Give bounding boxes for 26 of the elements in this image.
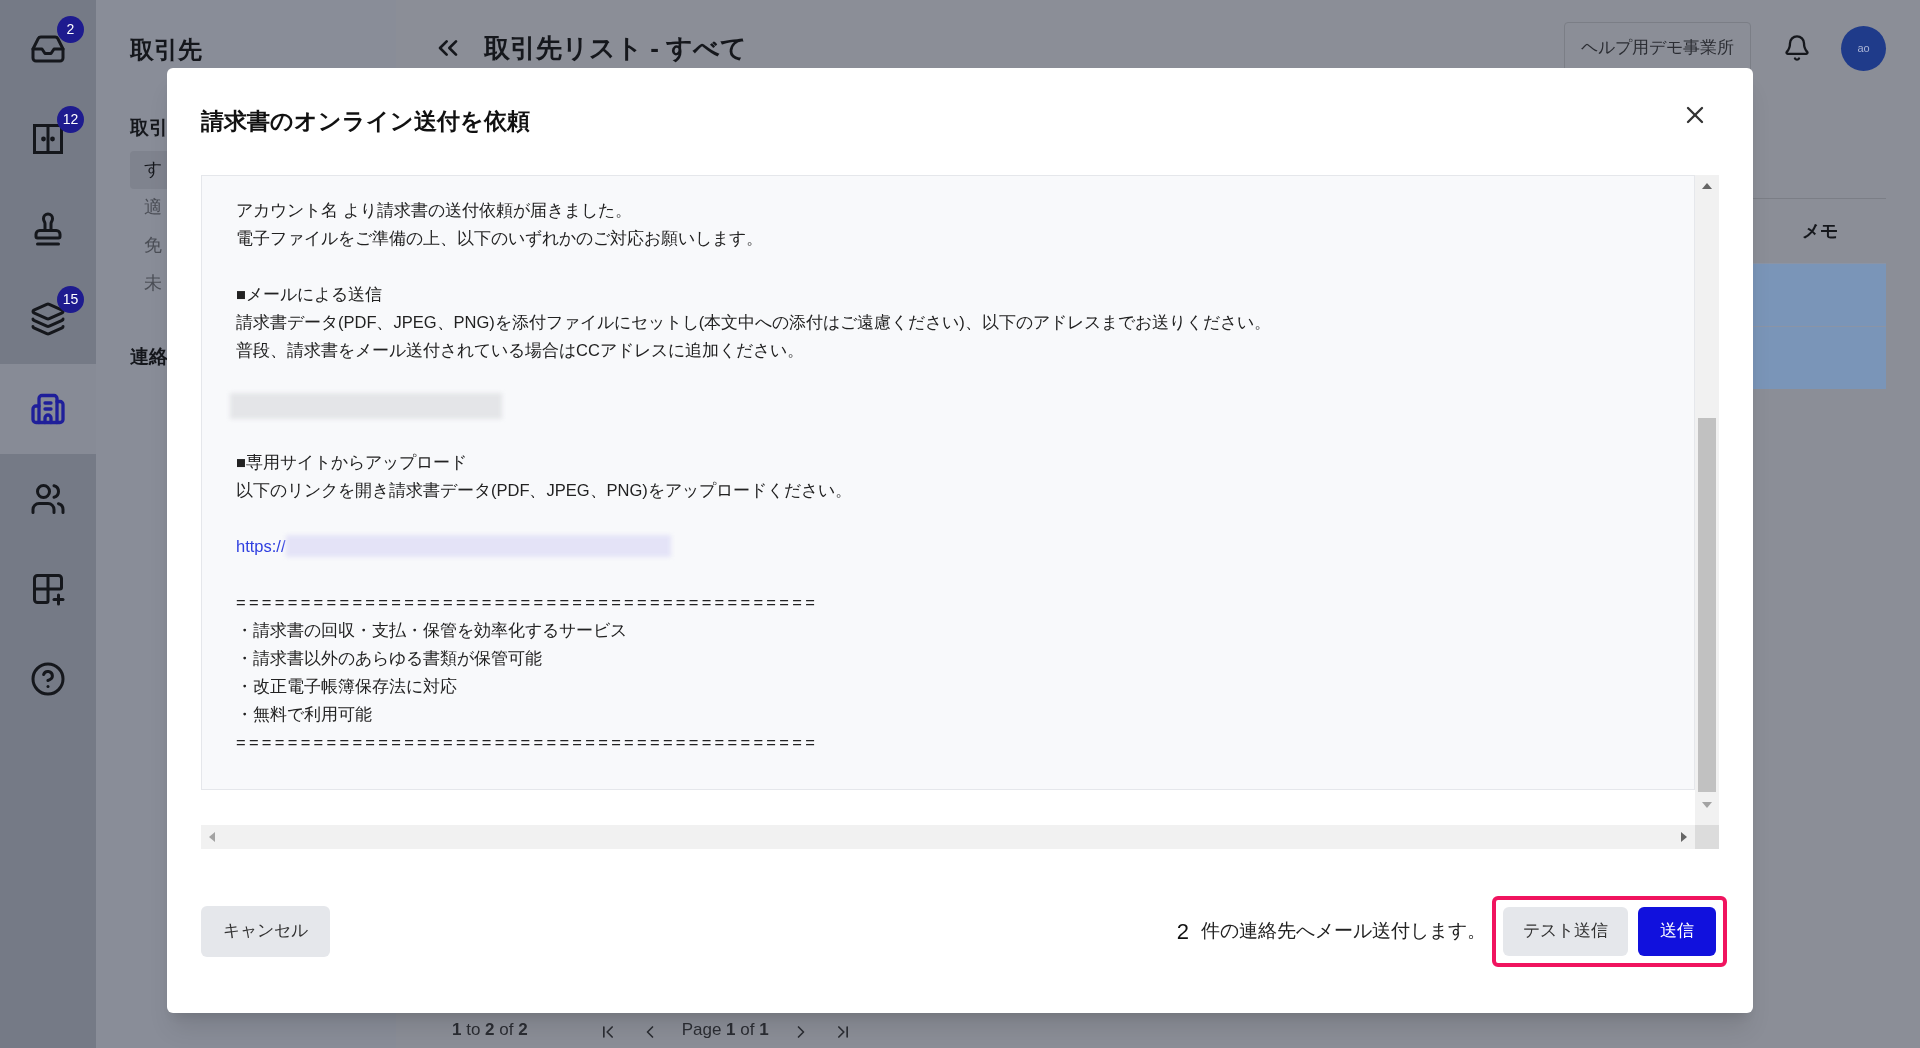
message-line: 以下のリンクを開き請求書データ(PDF、JPEG、PNG)をアップロードください。: [236, 480, 853, 501]
message-line: 電子ファイルをご準備の上、以下のいずれかのご対応お願いします。: [236, 228, 764, 250]
row-range: 1 to 2 of 2: [452, 1018, 528, 1041]
page-indicator: Page 1 of 1: [681, 1018, 769, 1041]
section-heading: 連絡: [130, 344, 168, 369]
message-line: ・請求書の回収・支払・保管を効率化するサービス: [236, 620, 628, 641]
recipient-count: 2: [1176, 917, 1189, 946]
message-line: ■メールによる送信: [236, 284, 383, 305]
divider-line: =============================================: [236, 592, 820, 613]
count-badge: 12: [57, 106, 84, 133]
message-line: 請求書データ(PDF、JPEG、PNG)を添付ファイルにセットし(本文中への添付はご遠慮ください)、以下のアドレスまでお送りください。: [236, 312, 1272, 333]
message-line: ・改正電子帳簿保存法に対応: [236, 676, 458, 697]
message-line: 普段、請求書をメール送付されている場合はCCアドレスに追加ください。: [236, 340, 805, 361]
column-header: メモ: [1800, 219, 1839, 243]
message-line: ・請求書以外のあらゆる書類が保管可能: [236, 648, 543, 669]
count-badge: 15: [57, 286, 84, 313]
message-line: ■専用サイトからアップロード: [236, 452, 468, 473]
count-badge: 2: [57, 16, 84, 43]
sidebar-title: 取引先: [130, 35, 203, 65]
section-heading: 取引: [130, 116, 168, 140]
page-title: 取引先リスト - すべて: [484, 31, 748, 65]
dialog-title: 請求書のオンライン送付を依頼: [201, 107, 530, 137]
message-line: アカウント名 より請求書の送付依頼が届きました。: [236, 200, 633, 221]
send-summary: 件の連絡先へメール送付します。: [1201, 918, 1486, 943]
divider-line: =============================================: [236, 732, 820, 753]
message-line: ・無料で利用可能: [236, 704, 373, 725]
